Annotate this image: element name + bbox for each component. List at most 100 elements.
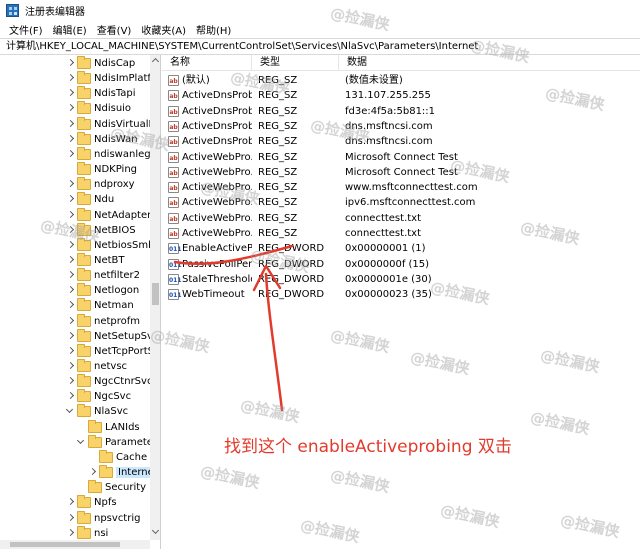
tree-item[interactable]: netvsc — [0, 359, 150, 374]
tree-item[interactable]: ndproxy — [0, 177, 150, 192]
scroll-down-arrow-icon[interactable] — [150, 526, 160, 537]
tree-item[interactable]: LANIds — [0, 419, 150, 435]
chevron-right-icon[interactable] — [88, 465, 97, 480]
tree-item[interactable]: Npfs — [0, 495, 150, 510]
value-row[interactable]: abActiveDnsProb... REG_SZ dns.msftncsi.com — [162, 119, 640, 134]
tree-item[interactable]: Netman — [0, 298, 150, 313]
value-row[interactable]: abActiveWebPro... REG_SZ connecttest.txt — [162, 211, 640, 226]
tree-item[interactable]: netfilter2 — [0, 268, 150, 283]
chevron-right-icon[interactable] — [66, 223, 75, 238]
tree-item[interactable]: Ndisuio — [0, 101, 150, 116]
chevron-down-icon[interactable] — [66, 404, 75, 419]
menu-file[interactable]: 文件(F) — [4, 22, 48, 37]
value-row[interactable]: abActiveWebPro... REG_SZ www.msftconnectte… — [162, 180, 640, 195]
folder-icon — [77, 192, 91, 206]
scroll-thumb[interactable] — [152, 283, 159, 305]
chevron-right-icon[interactable] — [66, 117, 75, 132]
value-row[interactable]: 011 WebTimeout REG_DWORD 0x00000023 (35) — [162, 287, 640, 302]
value-row[interactable]: abActiveWebPro... REG_SZ Microsoft Connect… — [162, 165, 640, 180]
tree-item[interactable]: NetBT — [0, 252, 150, 268]
value-name: ActiveWebPro... — [182, 166, 252, 178]
value-row[interactable]: ab (默认) REG_SZ (数值未设置) — [162, 73, 640, 88]
tree-item[interactable]: NgcCtnrSvc — [0, 374, 150, 389]
tree-item[interactable]: netprofm — [0, 313, 150, 329]
chevron-right-icon[interactable] — [66, 389, 75, 404]
chevron-right-icon[interactable] — [66, 86, 75, 101]
key-tree-pane: NdisCap NdisImPlatfo NdisTapi Ndisuio NdisVi… — [0, 55, 161, 549]
value-row[interactable]: abActiveDnsProb... REG_SZ fd3e:4f5a:5b81::… — [162, 104, 640, 119]
value-name: ActiveDnsProb... — [182, 105, 252, 117]
chevron-right-icon[interactable] — [66, 56, 75, 71]
value-row[interactable]: abActiveDnsProb... REG_SZ 131.107.255.255 — [162, 88, 640, 103]
chevron-right-icon[interactable] — [66, 132, 75, 147]
chevron-right-icon[interactable] — [66, 71, 75, 86]
tree-item[interactable]: Ndu — [0, 192, 150, 207]
tree-item[interactable]: NDKPing — [0, 162, 150, 177]
chevron-down-icon[interactable] — [77, 435, 86, 450]
chevron-right-icon[interactable] — [66, 147, 75, 162]
chevron-right-icon[interactable] — [66, 101, 75, 116]
chevron-right-icon[interactable] — [66, 253, 75, 268]
tree-item[interactable]: NetTcpPortSl — [0, 343, 150, 359]
tree-item[interactable]: Parameter — [0, 434, 150, 450]
horizontal-scroll-thumb[interactable] — [10, 542, 120, 547]
column-header-data[interactable]: 数据 — [339, 55, 639, 71]
value-row[interactable]: 011EnableActivePr... REG_DWORD 0x00000001 … — [162, 241, 640, 256]
tree-item[interactable]: NdisWan — [0, 131, 150, 147]
tree-item-label: Ndisuio — [94, 103, 132, 115]
binary-value-icon: 011 — [168, 289, 182, 301]
chevron-right-icon[interactable] — [66, 495, 75, 510]
chevron-right-icon[interactable] — [66, 329, 75, 344]
chevron-right-icon[interactable] — [66, 238, 75, 253]
chevron-right-icon[interactable] — [66, 359, 75, 374]
menu-view[interactable]: 查看(V) — [92, 22, 137, 37]
column-header-name[interactable]: 名称 — [162, 55, 252, 71]
chevron-right-icon[interactable] — [66, 511, 75, 526]
address-bar[interactable]: 计算机\HKEY_LOCAL_MACHINE\SYSTEM\CurrentCon… — [0, 38, 640, 55]
tree-item[interactable]: NetSetupSvc — [0, 328, 150, 344]
column-header-type[interactable]: 类型 — [252, 55, 339, 71]
tree-item[interactable]: npsvctrig — [0, 510, 150, 526]
menu-edit[interactable]: 编辑(E) — [48, 22, 92, 37]
chevron-right-icon[interactable] — [66, 526, 75, 541]
value-data: 131.107.255.255 — [345, 90, 431, 102]
menu-help[interactable]: 帮助(H) — [191, 22, 236, 37]
tree-item[interactable]: NgcSvc — [0, 389, 150, 404]
tree-horizontal-scrollbar[interactable] — [0, 540, 150, 549]
tree-item[interactable]: NlaSvc — [0, 404, 150, 419]
chevron-right-icon[interactable] — [66, 344, 75, 359]
tree-item[interactable]: Internet — [0, 465, 150, 480]
chevron-right-icon[interactable] — [66, 314, 75, 329]
tree-item[interactable]: NetbiosSmb — [0, 237, 150, 253]
chevron-right-icon[interactable] — [66, 177, 75, 192]
value-row[interactable]: 011PassivePollPeri... REG_DWORD 0x0000000f… — [162, 257, 640, 272]
tree-item[interactable]: NdisImPlatfo — [0, 71, 150, 86]
value-row[interactable]: 011 StaleThreshold REG_DWORD 0x0000001e (30… — [162, 272, 640, 287]
chevron-right-icon[interactable] — [66, 298, 75, 313]
menu-favorites[interactable]: 收藏夹(A) — [136, 22, 191, 37]
value-row[interactable]: abActiveDnsProb... REG_SZ dns.msftncsi.com — [162, 134, 640, 149]
tree-item[interactable]: nsi — [0, 525, 150, 541]
value-row[interactable]: abActiveWebPro... REG_SZ ipv6.msftconnectt… — [162, 195, 640, 210]
chevron-right-icon[interactable] — [66, 268, 75, 283]
scroll-up-arrow-icon[interactable] — [150, 55, 160, 66]
value-row[interactable]: abActiveWebPro... REG_SZ Microsoft Connect… — [162, 150, 640, 165]
chevron-right-icon[interactable] — [66, 374, 75, 389]
chevron-right-icon[interactable] — [66, 208, 75, 223]
tree-item[interactable]: NdisVirtualBu — [0, 116, 150, 132]
tree-item[interactable]: Netlogon — [0, 283, 150, 298]
tree-item[interactable]: Security — [0, 480, 150, 495]
tree-item[interactable]: ndiswanlegac — [0, 146, 150, 162]
chevron-right-icon[interactable] — [66, 283, 75, 298]
folder-icon — [77, 389, 91, 403]
tree-item[interactable]: NetBIOS — [0, 222, 150, 238]
value-row[interactable]: abActiveWebPro... REG_SZ connecttest.txt — [162, 226, 640, 241]
chevron-right-icon[interactable] — [66, 192, 75, 207]
tree-vertical-scrollbar[interactable] — [150, 55, 160, 540]
folder-icon — [88, 419, 102, 433]
tree-item[interactable]: Cache — [0, 449, 150, 465]
tree-item[interactable]: NdisTapi — [0, 86, 150, 101]
tree-item[interactable]: NetAdapterC — [0, 207, 150, 223]
value-name: WebTimeout — [182, 289, 245, 301]
tree-item[interactable]: NdisCap — [0, 56, 150, 71]
